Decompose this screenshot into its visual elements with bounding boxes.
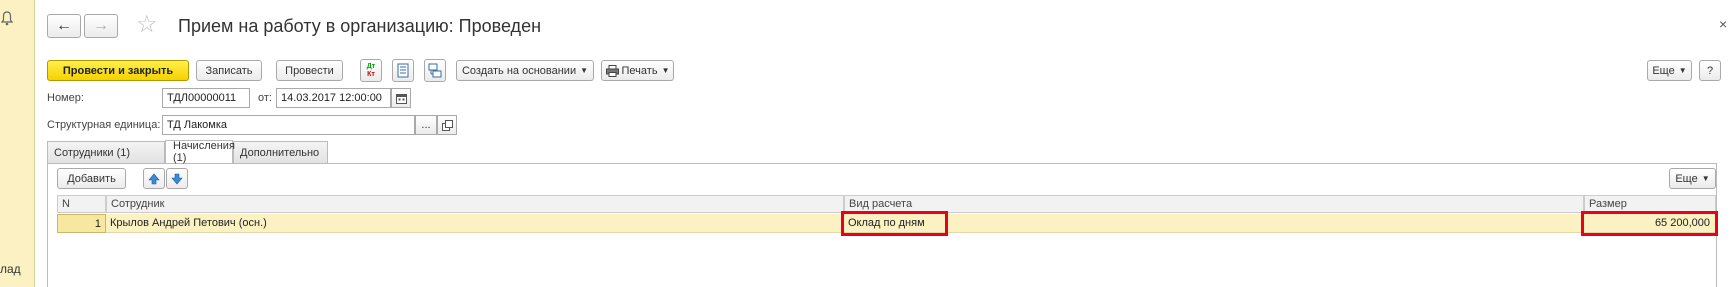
favorite-star-icon[interactable]: ☆ [136, 10, 158, 39]
help-button[interactable]: ? [1699, 60, 1721, 81]
create-based-on-button[interactable]: Создать на основании ▼ [456, 60, 594, 81]
structure-button[interactable] [424, 59, 446, 82]
grid-more-label: Еще [1675, 172, 1698, 185]
chevron-down-icon: ▼ [1678, 66, 1687, 75]
column-header-calc-type[interactable]: Вид расчета [844, 195, 1584, 213]
dt-kt-button[interactable]: Дт Кт [360, 59, 382, 82]
date-label: от: [258, 92, 272, 104]
unit-open-button[interactable] [437, 115, 457, 135]
move-down-button[interactable] [166, 168, 188, 189]
bell-icon[interactable] [0, 10, 14, 26]
tab-employees[interactable]: Сотрудники (1) [47, 141, 165, 163]
chevron-down-icon: ▼ [1701, 174, 1710, 183]
save-button[interactable]: Записать [196, 60, 262, 81]
create-based-on-label: Создать на основании [461, 64, 577, 77]
add-button[interactable]: Добавить [57, 168, 126, 189]
kt-icon-label: Кт [367, 70, 375, 78]
dt-icon-label: Дт [366, 62, 376, 70]
number-field[interactable]: ТДЛ00000011 [162, 88, 250, 108]
print-label: Печать [621, 64, 658, 77]
structure-icon [428, 63, 442, 78]
tab-accruals[interactable]: Начисления (1) [165, 140, 235, 164]
document-list-button[interactable] [392, 59, 414, 82]
amount-highlight [1581, 211, 1718, 236]
date-field[interactable]: 14.03.2017 12:00:00 [276, 88, 391, 108]
more-label: Еще [1652, 64, 1675, 77]
close-icon[interactable]: × [1719, 16, 1727, 32]
post-and-close-button[interactable]: Провести и закрыть [47, 60, 189, 81]
column-header-n[interactable]: N [57, 195, 106, 213]
grid-more-button[interactable]: Еще ▼ [1669, 168, 1716, 189]
cell-employee[interactable]: Крылов Андрей Петович (осн.) [106, 214, 844, 233]
cell-calc-type[interactable]: Оклад по дням [844, 214, 1584, 233]
cell-n[interactable]: 1 [57, 214, 106, 233]
print-button[interactable]: Печать ▼ [601, 60, 674, 81]
chevron-down-icon: ▼ [580, 66, 589, 75]
chevron-down-icon: ▼ [661, 66, 670, 75]
unit-label: Структурная единица: [47, 119, 161, 131]
open-link-icon [441, 119, 453, 131]
arrow-left-icon: ← [56, 17, 72, 34]
unit-select-button[interactable]: ... [415, 115, 437, 135]
calendar-icon [395, 93, 407, 104]
tab-additional[interactable]: Дополнительно [233, 141, 328, 163]
ellipsis-icon: ... [421, 119, 431, 131]
arrow-right-icon: → [93, 17, 109, 34]
forward-button[interactable]: → [84, 14, 118, 38]
calendar-button[interactable] [391, 88, 411, 108]
arrow-up-icon [148, 173, 160, 184]
unit-field[interactable]: ТД Лакомка [162, 115, 415, 135]
left-side-panel: лад [0, 0, 35, 287]
calc-type-highlight [841, 211, 948, 236]
back-button[interactable]: ← [47, 14, 81, 38]
number-label: Номер: [47, 92, 84, 104]
page-title: Прием на работу в организацию: Проведен [178, 16, 542, 36]
move-up-button[interactable] [143, 168, 165, 189]
printer-icon [605, 64, 619, 77]
arrow-down-icon [171, 173, 183, 184]
post-button[interactable]: Провести [276, 60, 343, 81]
side-panel-text[interactable]: лад [0, 262, 21, 276]
more-button[interactable]: Еще ▼ [1647, 60, 1692, 81]
column-header-employee[interactable]: Сотрудник [106, 195, 844, 213]
document-list-icon [397, 63, 409, 78]
